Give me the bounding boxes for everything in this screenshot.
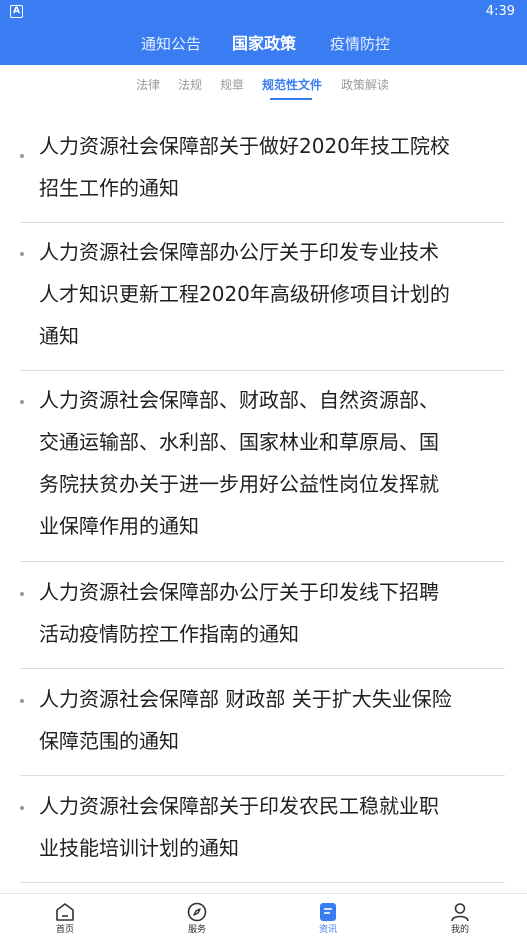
subtab-regulation[interactable]: 法规 (178, 76, 202, 94)
status-time: 4:39 (485, 4, 515, 19)
subtab-normative-documents[interactable]: 规范性文件 (262, 76, 322, 94)
bullet-icon (20, 400, 24, 404)
list-item[interactable]: 人力资源社会保障部关于印发农民工稳就业职 业技能培训计划的通知 (0, 785, 527, 875)
divider (20, 561, 505, 562)
list-item[interactable]: 人力资源社会保障部 财政部 关于扩大失业保险 保障范围的通知 (0, 678, 527, 768)
active-subtab-indicator (270, 98, 312, 100)
list-item[interactable]: 人力资源社会保障部办公厅关于印发线下招聘 活动疫情防控工作指南的通知 (0, 571, 527, 661)
tab-epidemic-prevention[interactable]: 疫情防控 (330, 33, 390, 55)
divider (20, 668, 505, 669)
sub-tab-bar: 法律 法规 规章 规范性文件 政策解读 (0, 65, 527, 105)
news-title: 人力资源社会保障部关于做好2020年技工院校 招生工作的通知 (39, 134, 450, 200)
nav-news[interactable]: 资讯 (298, 894, 358, 940)
news-title: 人力资源社会保障部办公厅关于印发专业技术 人才知识更新工程2020年高级研修项目… (39, 240, 450, 348)
news-title: 人力资源社会保障部关于印发农民工稳就业职 业技能培训计划的通知 (39, 794, 439, 860)
divider (20, 882, 505, 883)
status-bar: A 4:39 (0, 0, 527, 25)
nav-home[interactable]: 首页 (35, 894, 95, 940)
nav-news-label: 资讯 (318, 925, 337, 935)
news-icon (320, 903, 336, 921)
subtab-law[interactable]: 法律 (136, 76, 160, 94)
tab-notices[interactable]: 通知公告 (141, 33, 201, 55)
user-icon (451, 903, 469, 922)
bullet-icon (20, 252, 24, 256)
compass-icon (187, 902, 207, 922)
nav-mine-label: 我的 (450, 925, 469, 935)
status-notification-icon: A (10, 5, 23, 18)
tab-national-policy[interactable]: 国家政策 (232, 33, 296, 55)
bullet-icon (20, 699, 24, 703)
nav-home-label: 首页 (55, 925, 74, 935)
news-title: 人力资源社会保障部办公厅关于印发线下招聘 活动疫情防控工作指南的通知 (39, 580, 439, 646)
divider (20, 222, 505, 223)
top-tab-bar: 通知公告 国家政策 疫情防控 (0, 25, 527, 65)
divider (20, 370, 505, 371)
news-title: 人力资源社会保障部、财政部、自然资源部、 交通运输部、水利部、国家林业和草原局、… (39, 388, 439, 538)
bullet-icon (20, 592, 24, 596)
bullet-icon (20, 154, 24, 158)
list-item[interactable]: 人力资源社会保障部办公厅关于印发专业技术 人才知识更新工程2020年高级研修项目… (0, 231, 527, 361)
bullet-icon (20, 806, 24, 810)
home-icon (56, 903, 74, 921)
nav-services-label: 服务 (187, 925, 206, 935)
subtab-policy-interpretation[interactable]: 政策解读 (341, 76, 389, 94)
divider (20, 775, 505, 776)
nav-services[interactable]: 服务 (167, 894, 227, 940)
list-item[interactable]: 人力资源社会保障部、财政部、自然资源部、 交通运输部、水利部、国家林业和草原局、… (0, 379, 527, 551)
list-item[interactable]: 人力资源社会保障部关于做好2020年技工院校 招生工作的通知 (0, 125, 527, 215)
subtab-rules[interactable]: 规章 (220, 76, 244, 94)
nav-mine[interactable]: 我的 (430, 894, 490, 940)
bottom-nav: 首页 服务 资讯 我的 (0, 893, 527, 940)
news-title: 人力资源社会保障部 财政部 关于扩大失业保险 保障范围的通知 (39, 687, 452, 753)
